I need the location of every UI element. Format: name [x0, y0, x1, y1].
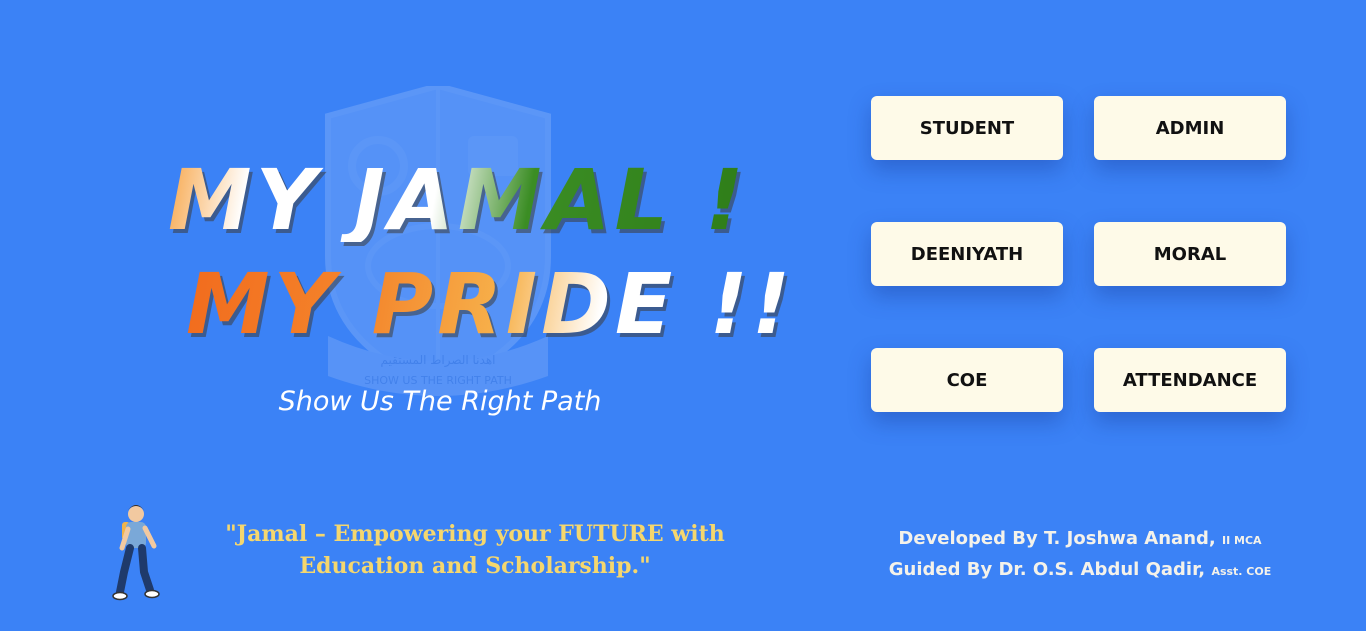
credits: Developed By T. Joshwa Anand, II MCA Gui… [870, 524, 1290, 586]
hero-line-1: MY JAMAL ! [168, 151, 748, 249]
guide-credit: Guided By Dr. O.S. Abdul Qadir, Asst. CO… [870, 555, 1290, 586]
guide-role: Asst. COE [1211, 565, 1272, 578]
admin-button[interactable]: ADMIN [1094, 96, 1286, 160]
tagline: Show Us The Right Path [278, 386, 602, 417]
coe-button[interactable]: COE [871, 348, 1063, 412]
developer-role: II MCA [1222, 534, 1262, 547]
crest-arabic-text: اهدنا الصراط المستقيم [381, 353, 496, 368]
quote-line-2: Education and Scholarship." [299, 553, 651, 579]
motto-quote: "Jamal – Empowering your FUTURE with Edu… [200, 518, 750, 582]
quote-line-1: "Jamal – Empowering your FUTURE with [225, 521, 725, 547]
developer-credit: Developed By T. Joshwa Anand, II MCA [870, 524, 1290, 555]
developer-name: Developed By T. Joshwa Anand, [898, 528, 1216, 549]
moral-button[interactable]: MORAL [1094, 222, 1286, 286]
guide-name: Guided By Dr. O.S. Abdul Qadir, [888, 559, 1206, 580]
attendance-button[interactable]: ATTENDANCE [1094, 348, 1286, 412]
walking-student-icon [112, 505, 160, 601]
student-button[interactable]: STUDENT [871, 96, 1063, 160]
deeniyath-button[interactable]: DEENIYATH [871, 222, 1063, 286]
hero-line-2: MY PRIDE !! [186, 255, 795, 353]
